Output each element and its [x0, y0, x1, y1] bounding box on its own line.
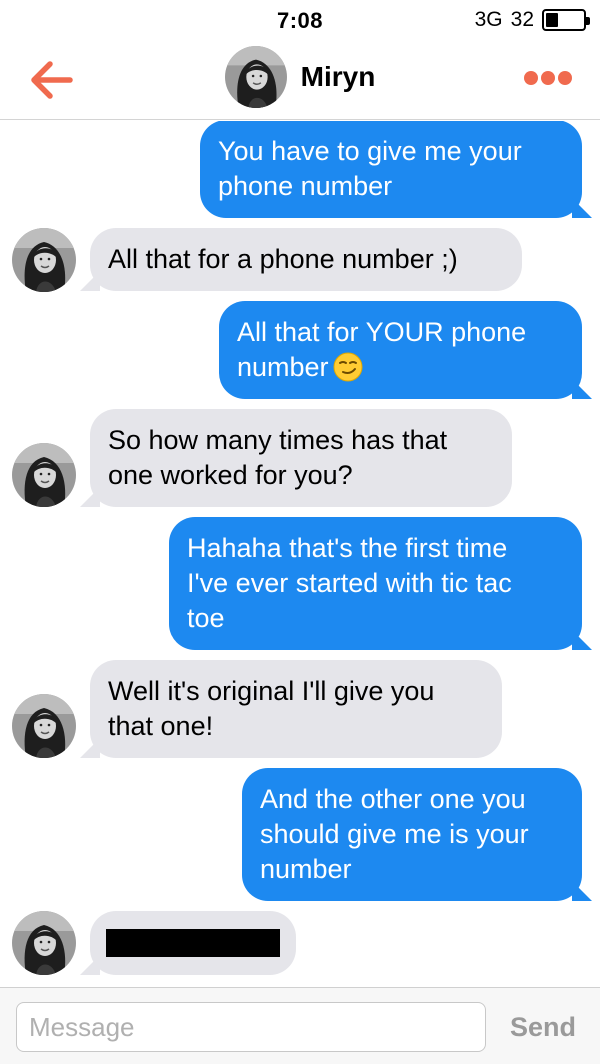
more-dots-icon	[524, 71, 572, 85]
sender-avatar[interactable]	[12, 443, 76, 507]
message-line: I've ever started with tic tac	[187, 568, 512, 598]
outgoing-message-bubble[interactable]: All that for YOUR phone number	[219, 301, 592, 399]
profile-photo	[12, 443, 76, 507]
message-row-incoming: All that for a phone number ;)	[0, 228, 600, 292]
chat-screen: 7:08 3G 32 Miryn You have to give me you…	[0, 0, 600, 1064]
message-line: one worked for you?	[108, 460, 353, 490]
smirk-emoji-icon	[333, 352, 363, 382]
message-line: that one!	[108, 711, 214, 741]
outgoing-message-bubble[interactable]: And the other one you should give me is …	[242, 768, 592, 901]
incoming-message-bubble[interactable]	[80, 911, 296, 975]
message-line: number	[237, 352, 329, 382]
send-button[interactable]: Send	[498, 1002, 588, 1052]
outgoing-message-bubble[interactable]: Hahaha that's the first time I've ever s…	[169, 517, 592, 650]
battery-icon	[542, 9, 590, 31]
sender-avatar[interactable]	[12, 911, 76, 975]
more-options-button[interactable]	[524, 66, 572, 90]
message-row-incoming: Well it's original I'll give you that on…	[0, 660, 600, 758]
message-line: So how many times has that	[108, 425, 448, 455]
message-line: You have to give me your	[218, 136, 522, 166]
contact-avatar[interactable]	[224, 46, 287, 108]
message-row-incoming	[0, 911, 600, 975]
battery-tip	[586, 17, 590, 25]
battery-level	[546, 13, 558, 27]
profile-photo	[224, 46, 287, 108]
composer-bar: Send	[0, 987, 600, 1064]
message-line: toe	[187, 603, 225, 633]
network-type: 3G	[474, 8, 503, 31]
message-row-outgoing: Hahaha that's the first time I've ever s…	[0, 517, 600, 650]
message-line: Hahaha that's the first time	[187, 533, 508, 563]
profile-photo	[12, 911, 76, 975]
status-indicators: 3G 32	[474, 8, 590, 32]
message-line: All that for YOUR phone	[237, 317, 527, 347]
incoming-message-bubble[interactable]: All that for a phone number ;)	[80, 228, 522, 291]
sender-avatar[interactable]	[12, 228, 76, 292]
incoming-message-bubble[interactable]: So how many times has that one worked fo…	[80, 409, 512, 507]
message-row-outgoing: And the other one you should give me is …	[0, 768, 600, 901]
sender-avatar[interactable]	[12, 694, 76, 758]
message-line: All that for a phone number ;)	[108, 244, 458, 274]
message-line: phone number	[218, 171, 393, 201]
message-row-outgoing: All that for YOUR phone number	[0, 301, 600, 399]
message-line: should give me is your	[260, 819, 529, 849]
message-line: Well it's original I'll give you	[108, 676, 435, 706]
contact-header[interactable]: Miryn	[0, 46, 600, 108]
message-line: And the other one you	[260, 784, 526, 814]
outgoing-message-bubble[interactable]: You have to give me your phone number	[200, 121, 592, 218]
message-input[interactable]	[16, 1002, 486, 1052]
signal-value: 32	[510, 8, 534, 31]
contact-name: Miryn	[300, 61, 376, 92]
redacted-message	[106, 929, 280, 957]
profile-photo	[12, 694, 76, 758]
message-line: number	[260, 854, 352, 884]
message-row-outgoing: You have to give me your phone number	[0, 121, 600, 218]
conversation-header: Miryn	[0, 40, 600, 120]
incoming-message-bubble[interactable]: Well it's original I'll give you that on…	[80, 660, 502, 758]
status-bar: 7:08 3G 32	[0, 0, 600, 40]
message-thread[interactable]: You have to give me your phone number Al…	[0, 121, 600, 987]
profile-photo	[12, 228, 76, 292]
message-row-incoming: So how many times has that one worked fo…	[0, 409, 600, 507]
